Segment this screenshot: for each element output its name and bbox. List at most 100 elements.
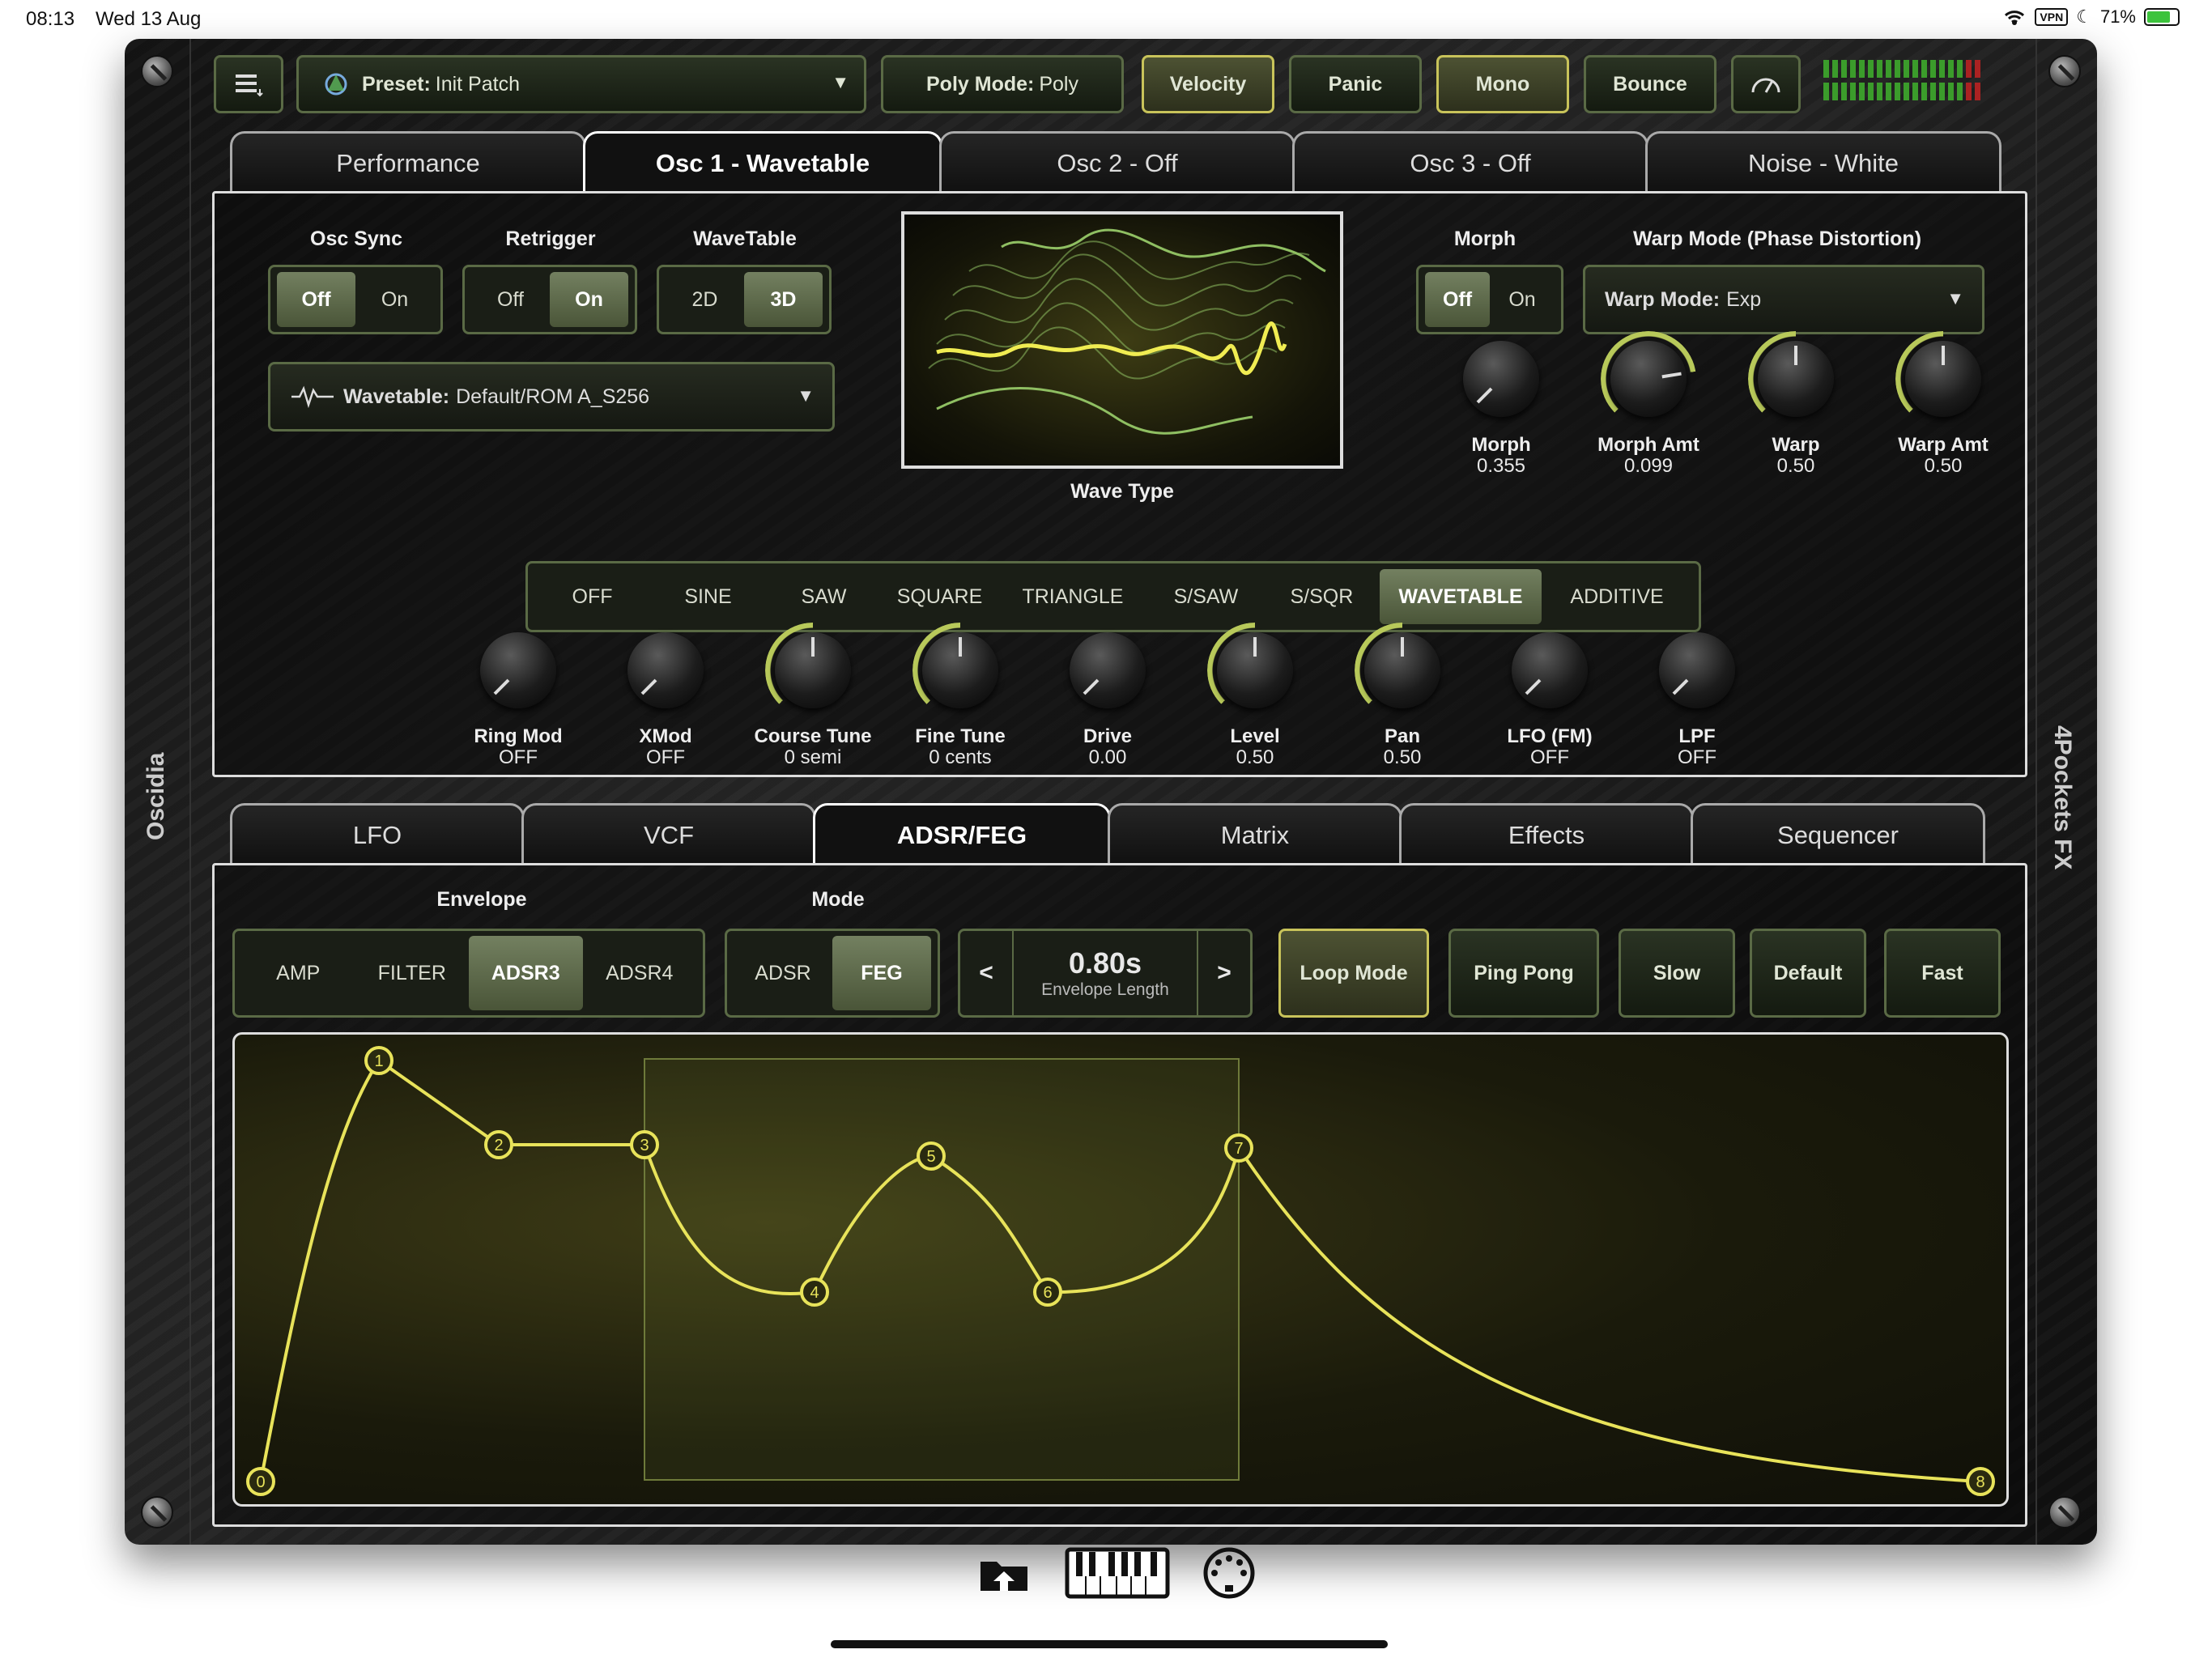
wave-type-additive[interactable]: ADDITIVE bbox=[1542, 569, 1692, 624]
osc-knob-7[interactable] bbox=[1502, 623, 1597, 718]
panic-button[interactable]: Panic bbox=[1289, 55, 1422, 113]
knob-body bbox=[1463, 341, 1539, 417]
tab-performance[interactable]: Performance bbox=[230, 131, 586, 193]
length-label: Envelope Length bbox=[1041, 980, 1169, 999]
knob-pointer bbox=[811, 637, 815, 657]
morph-off[interactable]: Off bbox=[1425, 272, 1490, 327]
warp-knob-1[interactable] bbox=[1601, 331, 1696, 427]
retrigger-off[interactable]: Off bbox=[471, 272, 550, 327]
retrigger-on[interactable]: On bbox=[550, 272, 628, 327]
tab-sequencer[interactable]: Sequencer bbox=[1691, 803, 1985, 865]
envelope-adsr3[interactable]: ADSR3 bbox=[469, 936, 583, 1010]
envelope-point-label: 7 bbox=[1234, 1140, 1243, 1158]
waveform-icon bbox=[291, 385, 334, 409]
warp-knob-0[interactable] bbox=[1453, 331, 1549, 427]
osc-knob-4[interactable] bbox=[1060, 623, 1155, 718]
tab-effects[interactable]: Effects bbox=[1399, 803, 1694, 865]
envelope-label: Envelope bbox=[436, 888, 527, 911]
velocity-button[interactable]: Velocity bbox=[1142, 55, 1274, 113]
osc-knob-5[interactable] bbox=[1207, 623, 1303, 718]
warp-mode-prefix: Warp Mode: bbox=[1605, 287, 1721, 311]
osc-knob-8[interactable] bbox=[1649, 623, 1745, 718]
osc-sync-on[interactable]: On bbox=[355, 272, 434, 327]
envelope-amp[interactable]: AMP bbox=[241, 936, 355, 1010]
tab-matrix[interactable]: Matrix bbox=[1108, 803, 1402, 865]
envelope-editor[interactable]: 0 1 2 3 4 5 6 7 8 bbox=[232, 1032, 2009, 1507]
keyboard-icon[interactable] bbox=[1065, 1547, 1170, 1599]
vpn-badge: VPN bbox=[2035, 8, 2069, 26]
length-next-button[interactable]: > bbox=[1197, 931, 1250, 1015]
tab-lfo[interactable]: LFO bbox=[230, 803, 525, 865]
knob-pointer bbox=[1942, 346, 1945, 365]
wavetable-selector[interactable]: Wavetable: Default/ROM A_S256 ▼ bbox=[268, 362, 835, 432]
warp-mode-selector[interactable]: Warp Mode: Exp ▼ bbox=[1583, 265, 1984, 334]
osc-knob-2[interactable] bbox=[765, 623, 861, 718]
tab-vcf[interactable]: VCF bbox=[521, 803, 816, 865]
length-prev-button[interactable]: < bbox=[960, 931, 1014, 1015]
knob-value: OFF bbox=[646, 746, 685, 768]
poly-mode-value: Poly bbox=[1039, 72, 1078, 96]
tab-osc2[interactable]: Osc 2 - Off bbox=[939, 131, 1295, 193]
status-time: 08:13 bbox=[26, 8, 75, 30]
menu-button[interactable] bbox=[214, 55, 283, 113]
status-right: VPN ☾ 71% bbox=[2002, 6, 2180, 28]
osc-knob-label: LPF OFF bbox=[1609, 726, 1785, 768]
envelope-point-label: 2 bbox=[494, 1137, 503, 1154]
wavetable-3d[interactable]: 3D bbox=[744, 272, 823, 327]
warp-mode-value: Exp bbox=[1726, 287, 1762, 311]
wave-type-off[interactable]: OFF bbox=[534, 569, 650, 624]
screw-icon bbox=[2048, 1496, 2081, 1528]
envelope-adsr4[interactable]: ADSR4 bbox=[583, 936, 697, 1010]
osc-knob-6[interactable] bbox=[1355, 623, 1450, 718]
screw-icon bbox=[141, 55, 173, 87]
wave-type-wavetable[interactable]: WAVETABLE bbox=[1379, 569, 1542, 624]
osc-knob-0[interactable] bbox=[470, 623, 566, 718]
retrigger-label: Retrigger bbox=[505, 227, 596, 250]
wave-type-ssaw[interactable]: S/SAW bbox=[1148, 569, 1264, 624]
knob-value: 0 cents bbox=[929, 746, 992, 768]
poly-mode-button[interactable]: Poly Mode: Poly bbox=[881, 55, 1124, 113]
wave-type-ssqr[interactable]: S/SQR bbox=[1264, 569, 1380, 624]
ping-pong-button[interactable]: Ping Pong bbox=[1448, 929, 1599, 1018]
wave-type-square[interactable]: SQUARE bbox=[882, 569, 998, 624]
tab-osc1[interactable]: Osc 1 - Wavetable bbox=[583, 131, 942, 193]
warp-knob-2[interactable] bbox=[1748, 331, 1844, 427]
envelope-point-label: 3 bbox=[640, 1137, 649, 1154]
morph-on[interactable]: On bbox=[1490, 272, 1555, 327]
mono-button[interactable]: Mono bbox=[1436, 55, 1569, 113]
morph-toggle: Off On bbox=[1416, 265, 1563, 334]
preset-selector[interactable]: Preset: Init Patch ▼ bbox=[296, 55, 866, 113]
loop-mode-button[interactable]: Loop Mode bbox=[1278, 929, 1429, 1018]
tab-noise[interactable]: Noise - White bbox=[1645, 131, 2001, 193]
knob-pointer bbox=[1794, 346, 1797, 365]
bottom-toolbar bbox=[976, 1546, 1256, 1600]
default-button[interactable]: Default bbox=[1750, 929, 1866, 1018]
slow-button[interactable]: Slow bbox=[1619, 929, 1735, 1018]
osc-knob-1[interactable] bbox=[618, 623, 713, 718]
warp-knob-3[interactable] bbox=[1895, 331, 1991, 427]
wave-type-triangle[interactable]: TRIANGLE bbox=[998, 569, 1148, 624]
cpu-meter-button[interactable] bbox=[1731, 55, 1801, 113]
home-indicator bbox=[831, 1640, 1388, 1648]
wavetable-label: Wavetable: bbox=[343, 385, 450, 408]
knob-name: LPF bbox=[1678, 725, 1716, 747]
mode-feg[interactable]: FEG bbox=[832, 936, 931, 1010]
osc-sync-off[interactable]: Off bbox=[277, 272, 355, 327]
fast-button[interactable]: Fast bbox=[1884, 929, 2001, 1018]
tab-adsr-feg[interactable]: ADSR/FEG bbox=[813, 803, 1111, 865]
length-value: 0.80s bbox=[1068, 946, 1142, 980]
menu-icon bbox=[236, 74, 263, 97]
folder-icon[interactable] bbox=[976, 1549, 1032, 1597]
mode-adsr[interactable]: ADSR bbox=[734, 936, 832, 1010]
mode-selector: ADSR FEG bbox=[725, 929, 940, 1018]
envelope-panel: Envelope AMP FILTER ADSR3 ADSR4 Mode ADS… bbox=[212, 863, 2027, 1527]
wavetable-2d[interactable]: 2D bbox=[666, 272, 744, 327]
osc-knob-3[interactable] bbox=[912, 623, 1008, 718]
wave-type-saw[interactable]: SAW bbox=[766, 569, 882, 624]
envelope-filter[interactable]: FILTER bbox=[355, 936, 470, 1010]
bounce-button[interactable]: Bounce bbox=[1584, 55, 1716, 113]
wave-type-sine[interactable]: SINE bbox=[650, 569, 766, 624]
midi-icon[interactable] bbox=[1202, 1546, 1256, 1600]
tab-osc3[interactable]: Osc 3 - Off bbox=[1292, 131, 1648, 193]
app-name-label: Oscidia bbox=[143, 752, 169, 840]
